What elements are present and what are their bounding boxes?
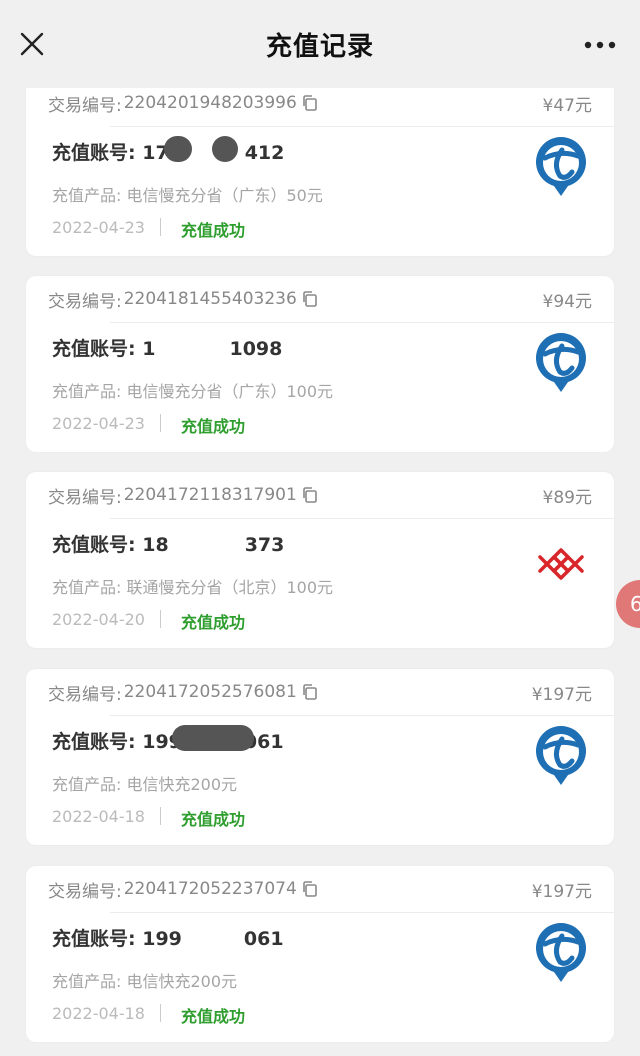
privacy-mask [154, 336, 228, 358]
china-telecom-logo-icon [534, 725, 588, 787]
order-label: 交易编号: [48, 95, 122, 116]
date-text: 2022-04-18 [52, 807, 145, 826]
privacy-mask [164, 136, 192, 162]
china-telecom-logo-icon [534, 922, 588, 984]
divider [110, 518, 614, 519]
date-text: 2022-04-23 [52, 414, 145, 433]
more-icon [584, 41, 616, 49]
price: ¥197元 [531, 881, 592, 902]
separator [160, 807, 161, 825]
account-label: 充值账号: [52, 142, 136, 164]
record-card[interactable]: 交易编号: 2204172052237074 ¥197元 充值账号: 199 06… [26, 866, 614, 1042]
record-card[interactable]: 交易编号: 2204201948203996 ¥47元 充值账号: 17 412 … [26, 80, 614, 256]
order-number: 2204201948203996 [123, 93, 297, 113]
order-label: 交易编号: [48, 684, 122, 705]
page-title: 充值记录 [265, 31, 374, 62]
privacy-mask [172, 725, 254, 751]
order-number: 2204172052576081 [123, 682, 297, 702]
record-card[interactable]: 交易编号: 2204172118317901 ¥89元 充值账号: 18 373 … [26, 472, 614, 648]
product-text: 充值产品: 电信快充200元 [52, 972, 238, 991]
order-row: 交易编号: 2204172118317901 ¥89元 [26, 472, 614, 518]
order-label: 交易编号: [48, 881, 122, 902]
divider [110, 126, 614, 127]
order-number: 2204181455403236 [123, 289, 297, 309]
status-badge: 充值成功 [181, 417, 246, 436]
copy-icon[interactable] [301, 290, 319, 308]
copy-icon[interactable] [301, 880, 319, 898]
account-label: 充值账号: [52, 534, 136, 556]
separator [160, 414, 161, 432]
order-number: 2204172052237074 [123, 879, 297, 899]
price: ¥197元 [531, 684, 592, 705]
china-unicom-logo-icon [534, 544, 588, 606]
close-icon [20, 32, 44, 56]
order-label: 交易编号: [48, 487, 122, 508]
status-badge: 充值成功 [181, 613, 246, 632]
close-button[interactable] [14, 26, 50, 62]
price: ¥89元 [542, 487, 592, 508]
china-telecom-logo-icon [534, 332, 588, 394]
order-row: 交易编号: 2204172052237074 ¥197元 [26, 866, 614, 912]
order-number: 2204172118317901 [123, 485, 297, 505]
product-text: 充值产品: 联通慢充分省（北京）100元 [52, 578, 334, 597]
account-label: 充值账号: [52, 338, 136, 360]
record-card[interactable]: 交易编号: 2204181455403236 ¥94元 充值账号: 1 1098 … [26, 276, 614, 452]
floating-badge[interactable]: 6 [616, 580, 640, 628]
order-row: 交易编号: 2204181455403236 ¥94元 [26, 276, 614, 322]
product-text: 充值产品: 电信快充200元 [52, 775, 238, 794]
divider [110, 322, 614, 323]
china-telecom-logo-icon [534, 136, 588, 198]
copy-icon[interactable] [301, 94, 319, 112]
floating-badge-text: 6 [630, 592, 640, 616]
product-text: 充值产品: 电信慢充分省（广东）50元 [52, 186, 323, 205]
date-text: 2022-04-23 [52, 218, 145, 237]
account-prefix: 18 [142, 534, 169, 556]
account-suffix: 1098 [229, 338, 283, 360]
divider [110, 912, 614, 913]
nav-header: 充值记录 [0, 0, 640, 88]
separator [160, 1004, 161, 1022]
record-card[interactable]: 交易编号: 2204172052576081 ¥197元 充值账号: 199 06… [26, 669, 614, 845]
status-badge: 充值成功 [181, 221, 246, 240]
product-text: 充值产品: 电信慢充分省（广东）100元 [52, 382, 334, 401]
account-label: 充值账号: [52, 731, 136, 753]
account-suffix: 373 [244, 534, 285, 556]
account-prefix: 199 [142, 928, 182, 950]
price: ¥94元 [542, 291, 592, 312]
more-button[interactable] [582, 30, 618, 60]
separator [160, 610, 161, 628]
status-badge: 充值成功 [181, 810, 246, 829]
privacy-mask [212, 136, 238, 162]
order-label: 交易编号: [48, 291, 122, 312]
date-text: 2022-04-18 [52, 1004, 145, 1023]
separator [160, 218, 161, 236]
status-badge: 充值成功 [181, 1007, 246, 1026]
account-line: 充值账号: 18 373 [52, 530, 284, 557]
account-label: 充值账号: [52, 928, 136, 950]
copy-icon[interactable] [301, 486, 319, 504]
divider [110, 715, 614, 716]
account-suffix: 412 [244, 142, 285, 164]
date-text: 2022-04-20 [52, 610, 145, 629]
price: ¥47元 [542, 95, 592, 116]
copy-icon[interactable] [301, 683, 319, 701]
account-suffix: 061 [243, 928, 284, 950]
account-line: 充值账号: 199 061 [52, 924, 284, 951]
order-row: 交易编号: 2204172052576081 ¥197元 [26, 669, 614, 715]
